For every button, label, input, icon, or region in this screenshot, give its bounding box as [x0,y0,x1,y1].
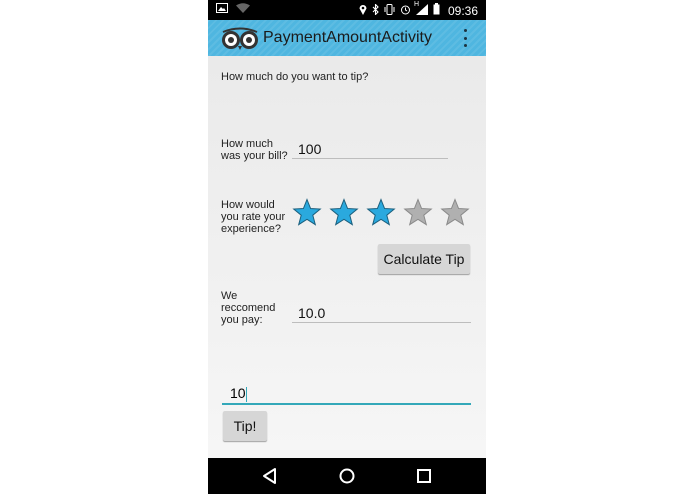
payment-form: How much do you want to tip? How much wa… [208,56,486,458]
rating-label-line3: experience? [221,223,281,235]
rating-label-line1: How would [221,199,275,211]
overflow-menu-icon[interactable] [462,29,468,47]
tip-amount-input[interactable]: 10 [222,381,471,405]
recommended-amount-field[interactable]: 10.0 [292,303,471,323]
rating-label-line2: you rate your [221,211,286,223]
signal-h-icon: H [413,0,428,18]
image-icon [216,3,228,17]
star-filled-icon[interactable] [329,198,359,232]
star-filled-icon[interactable] [366,198,396,232]
tip-button[interactable]: Tip! [223,411,267,441]
bluetooth-icon [372,2,379,18]
alarm-icon [400,4,411,18]
star-filled-icon[interactable] [292,198,322,232]
bill-label-line2: was your bill? [221,150,288,162]
clock: 09:36 [447,3,478,18]
recommend-label-line2: reccomend [221,302,276,314]
navigation-bar [208,458,486,494]
star-empty-icon[interactable] [440,198,470,232]
recommend-label-line3: you pay: [221,314,263,326]
vibrate-icon [384,3,395,18]
recents-icon[interactable] [414,466,434,486]
tip-amount-value: 10 [230,385,246,401]
back-icon[interactable] [260,466,280,486]
battery-icon [433,3,440,18]
app-title: PaymentAmountActivity [263,29,432,46]
bill-label: How much was your bill? [221,138,288,162]
wifi-question-icon [236,3,250,17]
rating-bar[interactable] [292,198,470,232]
calculate-tip-button[interactable]: Calculate Tip [378,244,470,274]
network-type-label: H [413,0,420,8]
tip-heading: How much do you want to tip? [221,71,369,83]
action-bar: PaymentAmountActivity [208,20,486,56]
rating-label: How would you rate your experience? [221,199,285,235]
text-cursor [245,386,247,402]
recommend-label-line1: We [221,290,238,302]
home-icon[interactable] [337,466,357,486]
owl-logo-icon[interactable] [220,26,260,50]
star-empty-icon[interactable] [403,198,433,232]
bill-label-line1: How much [221,138,273,150]
location-icon [359,4,367,18]
recommend-label: We reccomend you pay: [221,290,275,326]
status-bar: H 09:36 [208,0,486,20]
bill-amount-field[interactable]: 100 [292,139,448,159]
phone-screen: H 09:36 PaymentAmountActivity How much d… [208,0,486,494]
